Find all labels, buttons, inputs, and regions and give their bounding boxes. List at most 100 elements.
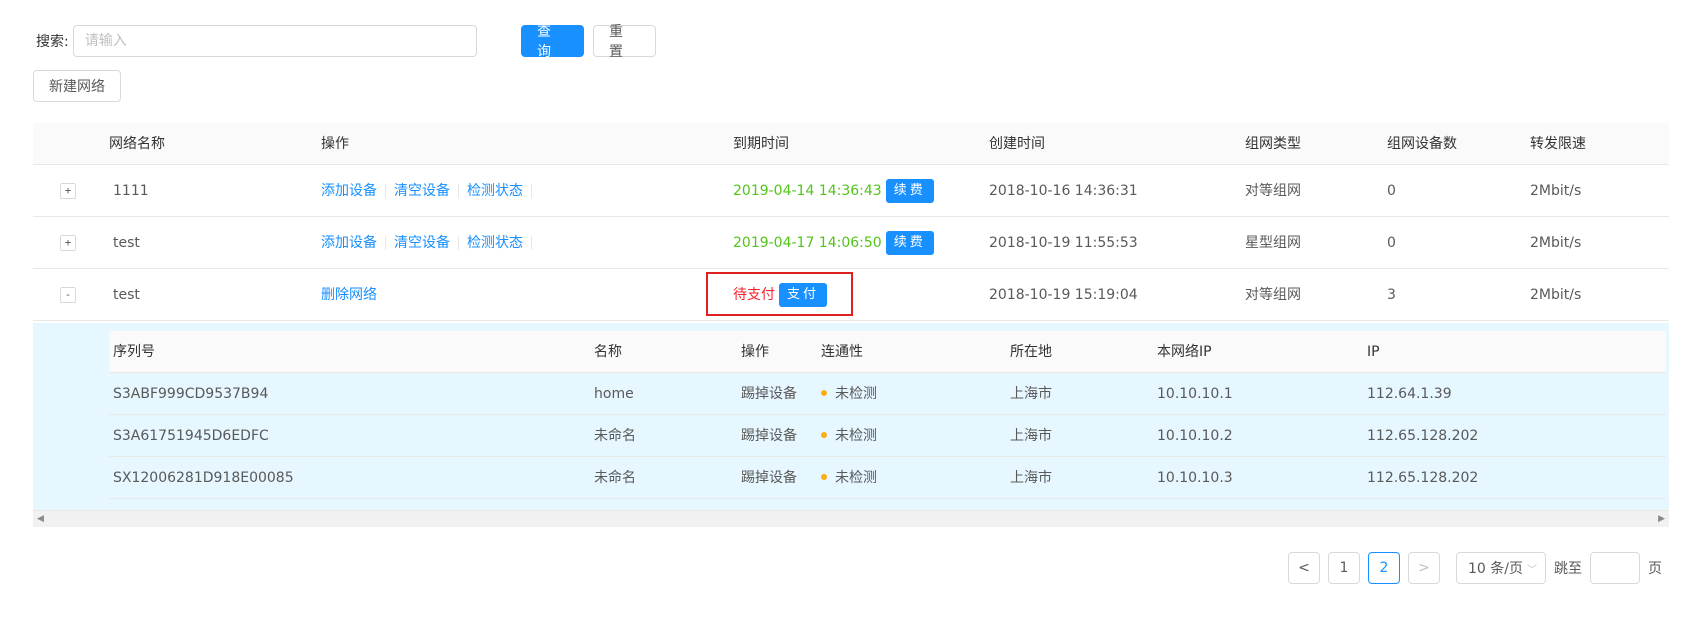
row-operations: 删除网络: [321, 269, 377, 321]
device-serial: SX12006281D918E00085: [113, 470, 294, 486]
device-count: 0: [1387, 235, 1396, 251]
jump-page-input[interactable]: [1590, 552, 1640, 584]
query-button[interactable]: 查询: [521, 24, 584, 60]
network-name: test: [113, 287, 140, 303]
device-ip: 112.64.1.39: [1367, 386, 1452, 402]
device-location: 上海市: [1010, 386, 1052, 402]
row-operations: 添加设备 清空设备 检测状态: [321, 217, 540, 269]
add-device-link[interactable]: 添加设备: [321, 165, 377, 217]
device-count: 3: [1387, 287, 1396, 303]
device-serial: S3A61751945D6EDFC: [113, 428, 269, 444]
kick-device-link[interactable]: 踢掉设备: [741, 457, 797, 499]
scroll-right-icon[interactable]: ▶: [1658, 514, 1665, 524]
device-local-ip: 10.10.10.1: [1157, 386, 1233, 402]
rate-limit: 2Mbit/s: [1530, 287, 1582, 303]
new-network-button[interactable]: 新建网络: [33, 70, 121, 102]
search-bar: 搜索:: [36, 25, 477, 57]
scroll-thumb[interactable]: [49, 514, 1653, 524]
header-location: 所在地: [1010, 344, 1052, 360]
header-rate: 转发限速: [1530, 136, 1586, 152]
expire-time: 2019-04-17 14:06:50: [733, 235, 882, 251]
expire-cell: 待支付 支付: [733, 269, 828, 321]
clear-devices-link[interactable]: 清空设备: [394, 165, 450, 217]
row-operations: 添加设备 清空设备 检测状态: [321, 165, 540, 217]
header-ops: 操作: [321, 136, 349, 152]
expire-time: 2019-04-14 14:36:43: [733, 183, 882, 199]
page-1-button[interactable]: 1: [1328, 552, 1360, 584]
expire-cell: 2019-04-17 14:06:50 续费: [733, 217, 934, 269]
divider: [531, 236, 532, 250]
table-row: - test 删除网络 待支付 支付 2018-10-19 15:19:04 对等…: [33, 269, 1669, 321]
device-name: 未命名: [594, 470, 636, 486]
table-row: + 1111 添加设备 清空设备 检测状态 2019-04-14 14:36:4…: [33, 165, 1669, 217]
header-serial: 序列号: [113, 344, 155, 360]
device-name: 未命名: [594, 428, 636, 444]
divider: [458, 184, 459, 198]
device-ip: 112.65.128.202: [1367, 470, 1479, 486]
search-input[interactable]: [72, 25, 477, 57]
clear-devices-link[interactable]: 清空设备: [394, 217, 450, 269]
renew-button[interactable]: 续费: [885, 179, 934, 203]
device-row: S3A61751945D6EDFC 未命名 踢掉设备 未检测 上海市 10.10…: [109, 415, 1666, 457]
device-row: SX12006281D918E00085 未命名 踢掉设备 未检测 上海市 10…: [109, 457, 1666, 499]
connectivity-status: 未检测: [821, 373, 877, 415]
device-location: 上海市: [1010, 470, 1052, 486]
page-unit-label: 页: [1648, 561, 1662, 577]
header-connectivity: 连通性: [821, 344, 863, 360]
header-name: 网络名称: [109, 136, 165, 152]
header-ip: IP: [1367, 344, 1380, 360]
jump-label: 跳至: [1554, 561, 1582, 577]
created-time: 2018-10-19 11:55:53: [989, 235, 1138, 251]
network-type: 对等组网: [1245, 287, 1301, 303]
device-row: S3ABF999CD9537B94 home 踢掉设备 未检测 上海市 10.1…: [109, 373, 1666, 415]
pagination: < 1 2 > 10 条/页 ﹀ 跳至 页: [1288, 552, 1662, 584]
header-expire: 到期时间: [733, 136, 789, 152]
device-name: home: [594, 386, 634, 402]
status-dot-icon: [821, 474, 827, 480]
header-type: 组网类型: [1245, 136, 1301, 152]
divider: [458, 236, 459, 250]
expand-button[interactable]: +: [60, 183, 76, 199]
connectivity-status: 未检测: [821, 457, 877, 499]
scroll-left-icon[interactable]: ◀: [37, 514, 44, 524]
device-local-ip: 10.10.10.3: [1157, 470, 1233, 486]
created-time: 2018-10-19 15:19:04: [989, 287, 1138, 303]
header-device-name: 名称: [594, 344, 622, 360]
delete-network-link[interactable]: 删除网络: [321, 269, 377, 321]
page-2-button[interactable]: 2: [1368, 552, 1400, 584]
horizontal-scrollbar[interactable]: ◀ ▶: [33, 510, 1669, 527]
kick-device-link[interactable]: 踢掉设备: [741, 373, 797, 415]
renew-button[interactable]: 续费: [885, 231, 934, 255]
device-serial: S3ABF999CD9537B94: [113, 386, 269, 402]
device-ip: 112.65.128.202: [1367, 428, 1479, 444]
divider: [531, 184, 532, 198]
header-device-ops: 操作: [741, 344, 769, 360]
kick-device-link[interactable]: 踢掉设备: [741, 415, 797, 457]
check-status-link[interactable]: 检测状态: [467, 165, 523, 217]
created-time: 2018-10-16 14:36:31: [989, 183, 1138, 199]
network-type: 对等组网: [1245, 183, 1301, 199]
next-page-button[interactable]: >: [1408, 552, 1440, 584]
table-row: + test 添加设备 清空设备 检测状态 2019-04-17 14:06:5…: [33, 217, 1669, 269]
pending-payment-status: 待支付: [733, 287, 775, 303]
rate-limit: 2Mbit/s: [1530, 183, 1582, 199]
network-name: test: [113, 235, 140, 251]
subtable-header: 序列号 名称 操作 连通性 所在地 本网络IP IP: [109, 331, 1666, 373]
expand-button[interactable]: +: [60, 235, 76, 251]
header-local-ip: 本网络IP: [1157, 344, 1212, 360]
status-dot-icon: [821, 390, 827, 396]
pay-button[interactable]: 支付: [779, 283, 828, 307]
device-subtable: 序列号 名称 操作 连通性 所在地 本网络IP IP S3ABF999CD953…: [109, 331, 1666, 499]
network-name: 1111: [113, 183, 149, 199]
device-count: 0: [1387, 183, 1396, 199]
search-label: 搜索:: [36, 34, 69, 50]
device-local-ip: 10.10.10.2: [1157, 428, 1233, 444]
page-size-select[interactable]: 10 条/页 ﹀: [1456, 552, 1546, 584]
check-status-link[interactable]: 检测状态: [467, 217, 523, 269]
reset-button[interactable]: 重置: [593, 24, 656, 60]
chevron-down-icon: ﹀: [1527, 564, 1537, 576]
add-device-link[interactable]: 添加设备: [321, 217, 377, 269]
device-location: 上海市: [1010, 428, 1052, 444]
prev-page-button[interactable]: <: [1288, 552, 1320, 584]
collapse-button[interactable]: -: [60, 287, 76, 303]
